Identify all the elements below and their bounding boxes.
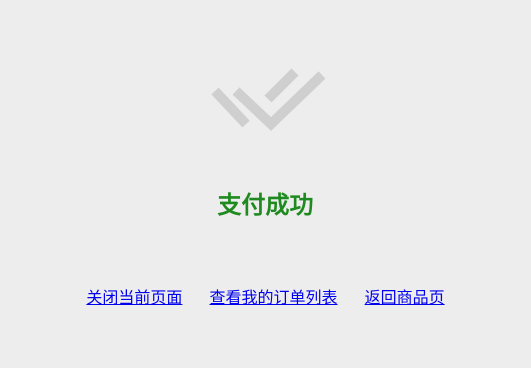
- double-check-icon: [211, 68, 326, 131]
- back-to-product-link[interactable]: 返回商品页: [365, 288, 445, 307]
- close-page-link[interactable]: 关闭当前页面: [86, 288, 182, 307]
- action-links: 关闭当前页面 查看我的订单列表 返回商品页: [0, 287, 531, 309]
- payment-success-title: 支付成功: [217, 191, 314, 219]
- view-orders-link[interactable]: 查看我的订单列表: [209, 288, 337, 307]
